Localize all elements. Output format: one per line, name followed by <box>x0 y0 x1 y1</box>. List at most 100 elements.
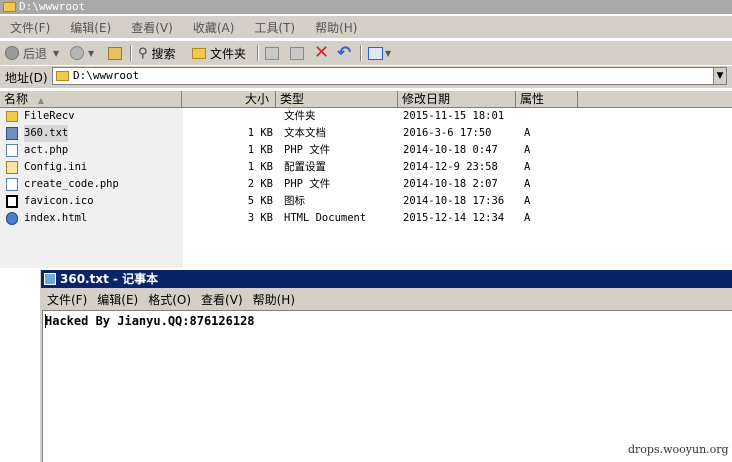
folders-label: 文件夹 <box>210 46 247 61</box>
list-item[interactable]: create_code.php 2 KB PHP 文件 2014-10-18 2… <box>0 176 560 193</box>
list-item[interactable]: act.php 1 KB PHP 文件 2014-10-18 0:47 A <box>0 142 560 159</box>
file-size: 3 KB <box>247 212 273 224</box>
notepad-menu-format[interactable]: 格式(O) <box>148 291 191 308</box>
search-button[interactable]: ⚲ 搜索 <box>138 44 176 62</box>
column-header-modified[interactable]: 修改日期 <box>398 91 516 107</box>
menu-view[interactable]: 查看(V) <box>131 19 173 36</box>
file-attributes: A <box>524 212 531 224</box>
ico-file-icon <box>6 195 18 208</box>
file-modified: 2015-11-15 18:01 <box>403 110 505 122</box>
move-to-icon <box>265 46 279 60</box>
undo-button[interactable]: ↶ <box>337 44 351 62</box>
column-type-label: 类型 <box>280 92 305 106</box>
address-label: 地址(D) <box>5 71 48 85</box>
chevron-down-icon: ▼ <box>385 48 392 58</box>
notepad-text-area[interactable]: Hacked By Jianyu.QQ:876126128 <box>42 310 732 462</box>
toolbar: 后退 ▼ ▼ ⚲ 搜索 文件夹 ✕ ↶ ▼ <box>0 40 732 65</box>
up-folder-button[interactable] <box>108 44 122 62</box>
text-file-icon <box>6 127 18 140</box>
views-button[interactable]: ▼ <box>368 44 391 62</box>
chevron-down-icon: ▼ <box>53 48 60 58</box>
file-modified: 2016-3-6 17:50 <box>403 127 492 139</box>
file-size: 1 KB <box>247 161 273 173</box>
menu-file[interactable]: 文件(F) <box>10 19 50 36</box>
address-input[interactable]: D:\wwwroot <box>52 67 714 85</box>
column-header-name[interactable]: 名称 ▲ <box>0 91 182 107</box>
folders-button[interactable]: 文件夹 <box>192 44 246 62</box>
watermark-text: drops.wooyun.org <box>628 443 729 456</box>
php-file-icon <box>6 144 18 157</box>
toolbar-separator <box>360 45 362 61</box>
html-file-icon <box>6 212 18 225</box>
column-header-size[interactable]: 大小 <box>182 91 276 107</box>
file-attributes: A <box>524 195 531 207</box>
file-modified: 2014-10-18 0:47 <box>403 144 498 156</box>
chevron-down-icon: ▼ <box>716 71 724 81</box>
address-bar: 地址(D) D:\wwwroot ▼ <box>0 66 732 88</box>
notepad-content: Hacked By Jianyu.QQ:876126128 <box>45 314 255 328</box>
file-attributes: A <box>524 161 531 173</box>
notepad-menu-view[interactable]: 查看(V) <box>201 291 243 308</box>
search-icon: ⚲ <box>138 45 148 61</box>
explorer-title-bar[interactable]: D:\wwwroot <box>0 0 732 14</box>
back-label: 后退 <box>23 46 48 61</box>
toolbar-separator <box>257 45 259 61</box>
notepad-menu-help[interactable]: 帮助(H) <box>253 291 295 308</box>
file-type: 文本文档 <box>284 127 326 139</box>
copy-to-icon <box>290 46 304 60</box>
file-modified: 2015-12-14 12:34 <box>403 212 505 224</box>
delete-x-icon: ✕ <box>314 42 330 63</box>
file-name: favicon.ico <box>24 195 94 207</box>
chevron-down-icon: ▼ <box>88 48 95 58</box>
folder-icon <box>192 47 206 59</box>
folder-icon <box>56 71 69 81</box>
list-item[interactable]: Config.ini 1 KB 配置设置 2014-12-9 23:58 A <box>0 159 560 176</box>
notepad-menu-bar: 文件(F) 编辑(E) 格式(O) 查看(V) 帮助(H) <box>41 289 732 309</box>
list-item[interactable]: favicon.ico 5 KB 图标 2014-10-18 17:36 A <box>0 193 560 210</box>
notepad-window: 360.txt - 记事本 文件(F) 编辑(E) 格式(O) 查看(V) 帮助… <box>40 270 732 462</box>
notepad-menu-edit[interactable]: 编辑(E) <box>97 291 138 308</box>
file-type: 文件夹 <box>284 110 316 122</box>
file-modified: 2014-10-18 2:07 <box>403 178 498 190</box>
list-item[interactable]: 360.txt 1 KB 文本文档 2016-3-6 17:50 A <box>0 125 560 142</box>
menu-favorites[interactable]: 收藏(A) <box>193 19 235 36</box>
address-value: D:\wwwroot <box>73 69 140 82</box>
folder-icon <box>6 111 18 122</box>
file-name: index.html <box>24 212 88 224</box>
move-to-button[interactable] <box>265 44 279 62</box>
file-attributes: A <box>524 127 531 139</box>
file-name: create_code.php <box>24 178 119 190</box>
notepad-menu-file[interactable]: 文件(F) <box>47 291 87 308</box>
undo-icon: ↶ <box>337 43 352 63</box>
column-attributes-label: 属性 <box>520 92 545 106</box>
column-size-label: 大小 <box>244 92 269 106</box>
views-icon <box>368 46 383 60</box>
file-size: 1 KB <box>247 127 273 139</box>
file-size: 2 KB <box>247 178 273 190</box>
forward-arrow-icon <box>70 46 84 60</box>
file-type: 配置设置 <box>284 161 326 173</box>
search-label: 搜索 <box>151 46 176 61</box>
column-header-attributes[interactable]: 属性 <box>516 91 578 107</box>
list-item[interactable]: FileRecv 文件夹 2015-11-15 18:01 <box>0 108 560 125</box>
sort-ascending-icon: ▲ <box>37 96 44 105</box>
column-headers: 名称 ▲ 大小 类型 修改日期 属性 <box>0 91 732 108</box>
file-name: act.php <box>24 144 69 156</box>
column-name-label: 名称 <box>4 92 29 106</box>
file-type: PHP 文件 <box>284 144 331 156</box>
file-size: 1 KB <box>247 144 273 156</box>
back-button[interactable]: 后退 ▼ <box>5 44 59 62</box>
column-header-type[interactable]: 类型 <box>276 91 398 107</box>
menu-help[interactable]: 帮助(H) <box>315 19 357 36</box>
menu-tools[interactable]: 工具(T) <box>254 19 295 36</box>
menu-edit[interactable]: 编辑(E) <box>70 19 111 36</box>
php-file-icon <box>6 178 18 191</box>
delete-button[interactable]: ✕ <box>314 44 329 62</box>
menu-bar: 文件(F) 编辑(E) 查看(V) 收藏(A) 工具(T) 帮助(H) <box>0 16 732 38</box>
notepad-title-bar[interactable]: 360.txt - 记事本 <box>41 270 732 288</box>
address-dropdown-button[interactable]: ▼ <box>713 67 727 85</box>
file-type: HTML Document <box>284 212 367 224</box>
copy-to-button[interactable] <box>290 44 304 62</box>
list-item[interactable]: index.html 3 KB HTML Document 2015-12-14… <box>0 210 560 227</box>
forward-button[interactable]: ▼ <box>70 44 94 62</box>
